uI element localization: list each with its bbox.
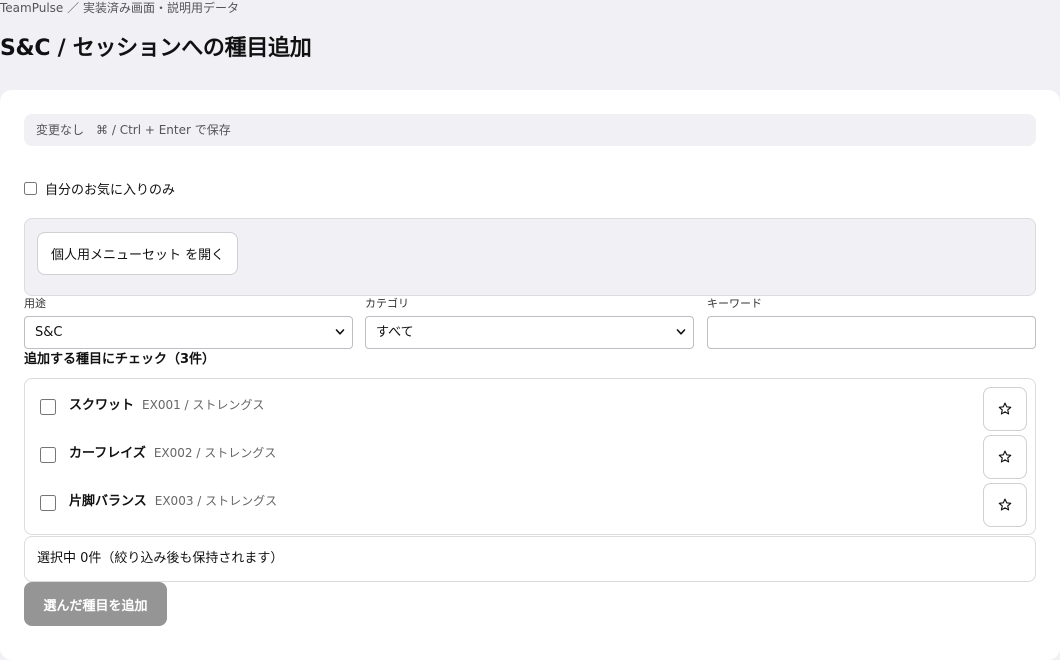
add-selected-exercises-button[interactable]: 選んだ種目を追加 xyxy=(24,582,167,626)
favorite-toggle-button[interactable] xyxy=(983,435,1027,479)
exercise-name: 片脚バランス EX003 / ストレングス xyxy=(69,492,277,511)
favorite-toggle-button[interactable] xyxy=(983,483,1027,527)
exercise-row: カーフレイズ EX002 / ストレングス xyxy=(25,427,1035,479)
open-personal-menu-set-button[interactable]: 個人用メニューセット を開く xyxy=(37,232,239,275)
category-filter: カテゴリ すべて xyxy=(365,297,694,349)
star-outline-icon xyxy=(998,450,1012,463)
exercise-list: スクワット EX001 / ストレングス カーフレイズ EX002 / ストレングス… xyxy=(24,378,1036,535)
purpose-filter: 用途 S&C xyxy=(24,297,353,349)
menu-set-panel: 個人用メニューセット を開く xyxy=(24,218,1036,296)
exercise-meta: EX002 / ストレングス xyxy=(153,446,277,460)
exercise-meta: EX003 / ストレングス xyxy=(154,494,278,508)
main-card: 変更なし ⌘ / Ctrl + Enter で保存 自分のお気に入りのみ 個人用メ… xyxy=(0,90,1060,660)
exercise-meta: EX001 / ストレングス xyxy=(142,398,265,412)
save-hint-bar: 変更なし ⌘ / Ctrl + Enter で保存 xyxy=(24,114,1036,146)
exercise-row: スクワット EX001 / ストレングス xyxy=(25,379,1035,431)
purpose-label: 用途 xyxy=(24,297,46,310)
exercise-name: スクワット EX001 / ストレングス xyxy=(69,396,264,415)
exercise-checkbox[interactable] xyxy=(40,399,56,415)
star-outline-icon xyxy=(998,402,1012,415)
exercise-name: カーフレイズ EX002 / ストレングス xyxy=(69,444,276,463)
star-outline-icon xyxy=(998,498,1012,511)
selected-count-box: 選択中 0件（絞り込み後も保持されます） xyxy=(24,536,1036,582)
exercise-name-text: スクワット xyxy=(69,398,135,413)
favorites-only-checkbox[interactable] xyxy=(24,181,37,195)
exercise-name-text: 片脚バランス xyxy=(69,494,147,509)
exercise-checkbox[interactable] xyxy=(40,495,56,511)
keyword-input[interactable] xyxy=(707,316,1036,349)
save-shortcut-hint: ⌘ / Ctrl + Enter で保存 xyxy=(96,123,231,137)
favorites-only-toggle[interactable]: 自分のお気に入りのみ xyxy=(24,179,176,198)
category-label: カテゴリ xyxy=(365,297,409,310)
keyword-filter: キーワード xyxy=(707,297,1036,349)
keyword-label: キーワード xyxy=(707,297,762,310)
purpose-select[interactable]: S&C xyxy=(24,316,353,349)
exercise-checkbox[interactable] xyxy=(40,447,56,463)
filter-row: 用途 S&C カテゴリ すべて キーワード xyxy=(24,297,1036,350)
page-title: S&C / セッションへの種目追加 xyxy=(0,36,312,61)
breadcrumb: TeamPulse ／ 実装済み画面・説明用データ xyxy=(0,1,239,15)
category-select[interactable]: すべて xyxy=(365,316,694,349)
favorites-only-label: 自分のお気に入りのみ xyxy=(45,182,176,198)
change-status-text: 変更なし xyxy=(36,123,85,137)
favorite-toggle-button[interactable] xyxy=(983,387,1027,431)
exercise-list-title: 追加する種目にチェック（3件） xyxy=(24,352,216,367)
exercise-row: 片脚バランス EX003 / ストレングス xyxy=(25,475,1035,527)
exercise-name-text: カーフレイズ xyxy=(69,446,146,461)
